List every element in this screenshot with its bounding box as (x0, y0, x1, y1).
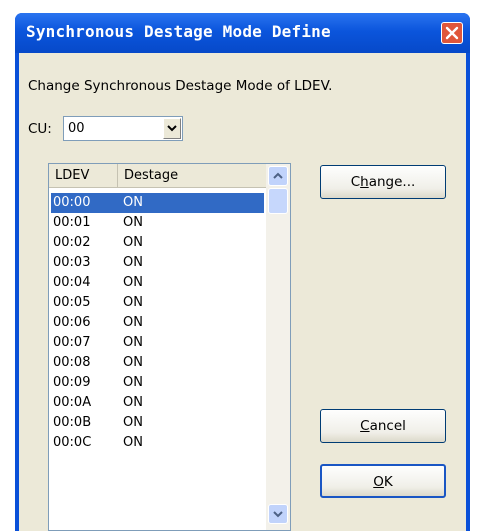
list-item[interactable]: 00:08 ON (51, 353, 264, 373)
scroll-up-button[interactable] (268, 166, 288, 186)
ldev-cell: 00:0B (53, 415, 92, 430)
list-item[interactable]: 00:00 ON (51, 193, 264, 213)
cu-dropdown-button[interactable] (163, 118, 181, 139)
ldev-cell: 00:06 (53, 315, 91, 330)
destage-cell: ON (123, 375, 143, 390)
destage-cell: ON (123, 395, 143, 410)
description-label: Change Synchronous Destage Mode of LDEV. (28, 78, 333, 94)
column-header-destage-label: Destage (124, 168, 179, 183)
destage-cell: ON (123, 435, 143, 450)
cancel-button-mnemonic: C (360, 418, 370, 434)
list-item[interactable]: 00:07 ON (51, 333, 264, 353)
destage-cell: ON (123, 255, 143, 270)
title-bar[interactable]: Synchronous Destage Mode Define (15, 13, 470, 53)
ldev-cell: 00:01 (53, 215, 91, 230)
vertical-scrollbar[interactable] (266, 164, 290, 530)
chevron-up-icon (273, 172, 283, 179)
cancel-button-label-rest: ancel (369, 418, 406, 434)
destage-cell: ON (123, 315, 143, 330)
destage-cell: ON (123, 355, 143, 370)
change-button-label: C (350, 174, 361, 190)
scroll-down-button[interactable] (268, 504, 288, 524)
ldev-cell: 00:02 (53, 235, 91, 250)
list-item[interactable]: 00:0C ON (51, 433, 264, 453)
list-item[interactable]: 00:01 ON (51, 213, 264, 233)
ldev-cell: 00:08 (53, 355, 91, 370)
window-title: Synchronous Destage Mode Define (26, 22, 331, 41)
list-item[interactable]: 00:0A ON (51, 393, 264, 413)
list-item[interactable]: 00:04 ON (51, 273, 264, 293)
ok-button-label-rest: K (383, 474, 393, 490)
close-icon (445, 26, 459, 40)
destage-cell: ON (123, 215, 143, 230)
change-button[interactable]: Change... (320, 165, 446, 199)
list-item[interactable]: 00:09 ON (51, 373, 264, 393)
change-button-label-rest: ange... (368, 174, 416, 190)
ldev-cell: 00:04 (53, 275, 91, 290)
ldev-cell: 00:0C (53, 435, 92, 450)
scroll-thumb[interactable] (268, 188, 288, 214)
destage-cell: ON (123, 295, 143, 310)
ldev-list[interactable]: LDEV Destage 00:00 ON 00:01 ON 00:02 ON 00:03 O… (48, 163, 291, 531)
list-item[interactable]: 00:0B ON (51, 413, 264, 433)
change-button-mnemonic: h (360, 174, 369, 190)
ldev-cell: 00:00 (53, 195, 91, 210)
chevron-down-icon (167, 125, 177, 132)
ok-button[interactable]: OK (320, 464, 446, 498)
cu-select[interactable]: 00 (63, 116, 183, 141)
list-item[interactable]: 00:03 ON (51, 253, 264, 273)
chevron-down-icon (273, 511, 283, 518)
ldev-cell: 00:03 (53, 255, 91, 270)
cu-label: CU: (28, 121, 52, 137)
column-header-ldev-label: LDEV (55, 168, 90, 183)
ldev-cell: 00:07 (53, 335, 91, 350)
list-item[interactable]: 00:06 ON (51, 313, 264, 333)
destage-cell: ON (123, 235, 143, 250)
ok-button-mnemonic: O (373, 474, 384, 490)
ldev-cell: 00:05 (53, 295, 91, 310)
column-header-ldev[interactable]: LDEV (49, 164, 118, 188)
destage-cell: ON (123, 275, 143, 290)
column-header-destage[interactable]: Destage (118, 164, 266, 188)
ldev-cell: 00:0A (53, 395, 92, 410)
cu-select-value: 00 (68, 121, 85, 136)
destage-cell: ON (123, 195, 143, 210)
destage-cell: ON (123, 415, 143, 430)
destage-cell: ON (123, 335, 143, 350)
cancel-button[interactable]: Cancel (320, 409, 446, 443)
close-button[interactable] (441, 22, 463, 44)
ldev-cell: 00:09 (53, 375, 91, 390)
list-item[interactable]: 00:02 ON (51, 233, 264, 253)
list-item[interactable]: 00:05 ON (51, 293, 264, 313)
